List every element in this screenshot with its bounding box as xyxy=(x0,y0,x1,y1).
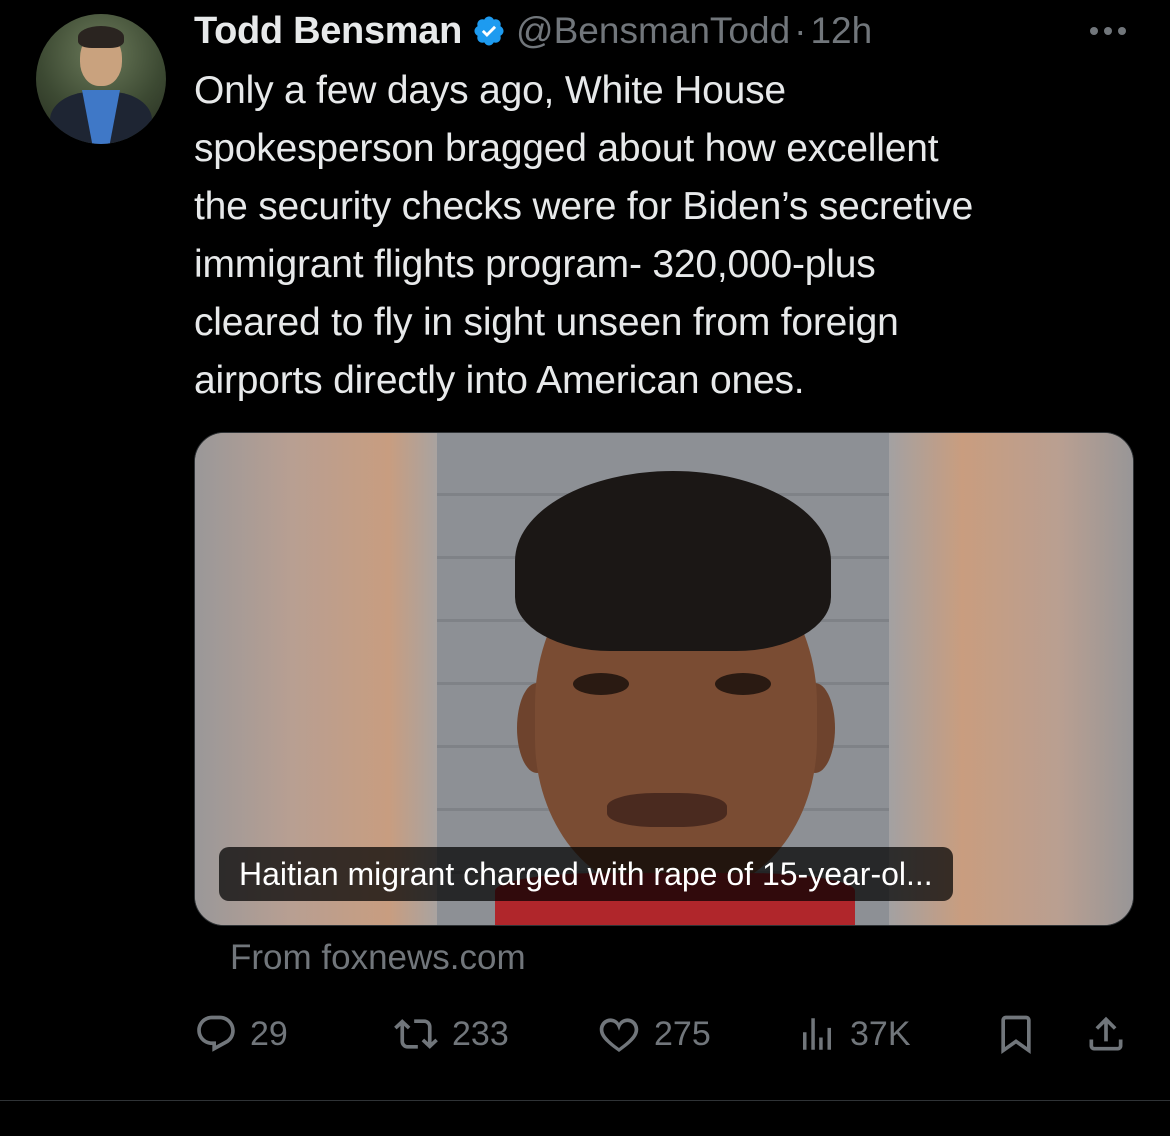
verified-badge-icon xyxy=(472,14,506,48)
repost-icon xyxy=(392,1012,440,1056)
repost-count: 233 xyxy=(452,1014,509,1053)
more-horizontal-icon[interactable] xyxy=(1084,14,1132,48)
like-count: 275 xyxy=(654,1014,711,1053)
share-button[interactable] xyxy=(1084,1004,1128,1064)
avatar-hair xyxy=(78,26,124,48)
tweet-divider xyxy=(0,1100,1170,1101)
bookmark-icon xyxy=(994,1012,1038,1056)
heart-icon xyxy=(596,1012,642,1056)
author-name[interactable]: Todd Bensman xyxy=(194,10,462,53)
share-icon xyxy=(1084,1012,1128,1056)
reply-icon xyxy=(194,1012,238,1056)
card-image-eye xyxy=(573,673,629,695)
tweet-text: Only a few days ago, White House spokesp… xyxy=(194,69,974,402)
tweet-time[interactable]: 12h xyxy=(810,10,872,52)
like-button[interactable]: 275 xyxy=(596,1004,711,1064)
separator-dot: · xyxy=(794,10,807,51)
views-button[interactable]: 37K xyxy=(796,1004,911,1064)
reply-button[interactable]: 29 xyxy=(194,1004,288,1064)
avatar[interactable] xyxy=(36,14,166,144)
reply-count: 29 xyxy=(250,1014,288,1053)
repost-button[interactable]: 233 xyxy=(392,1004,509,1064)
tweet-header: Todd Bensman @BensmanTodd · 12h xyxy=(194,8,872,54)
views-count: 37K xyxy=(850,1014,911,1053)
card-image-hair xyxy=(515,471,831,651)
card-caption: Haitian migrant charged with rape of 15-… xyxy=(219,847,953,901)
card-image-eye xyxy=(715,673,771,695)
link-card[interactable]: Haitian migrant charged with rape of 15-… xyxy=(194,432,1134,926)
views-icon xyxy=(796,1012,838,1056)
tweet[interactable]: Todd Bensman @BensmanTodd · 12h Only a f… xyxy=(0,0,1170,1136)
card-image-mouth xyxy=(607,793,727,827)
author-handle[interactable]: @BensmanTodd xyxy=(516,10,790,52)
bookmark-button[interactable] xyxy=(994,1004,1038,1064)
card-source[interactable]: From foxnews.com xyxy=(230,938,526,978)
action-bar: 29 233 275 37K xyxy=(0,1004,1170,1064)
